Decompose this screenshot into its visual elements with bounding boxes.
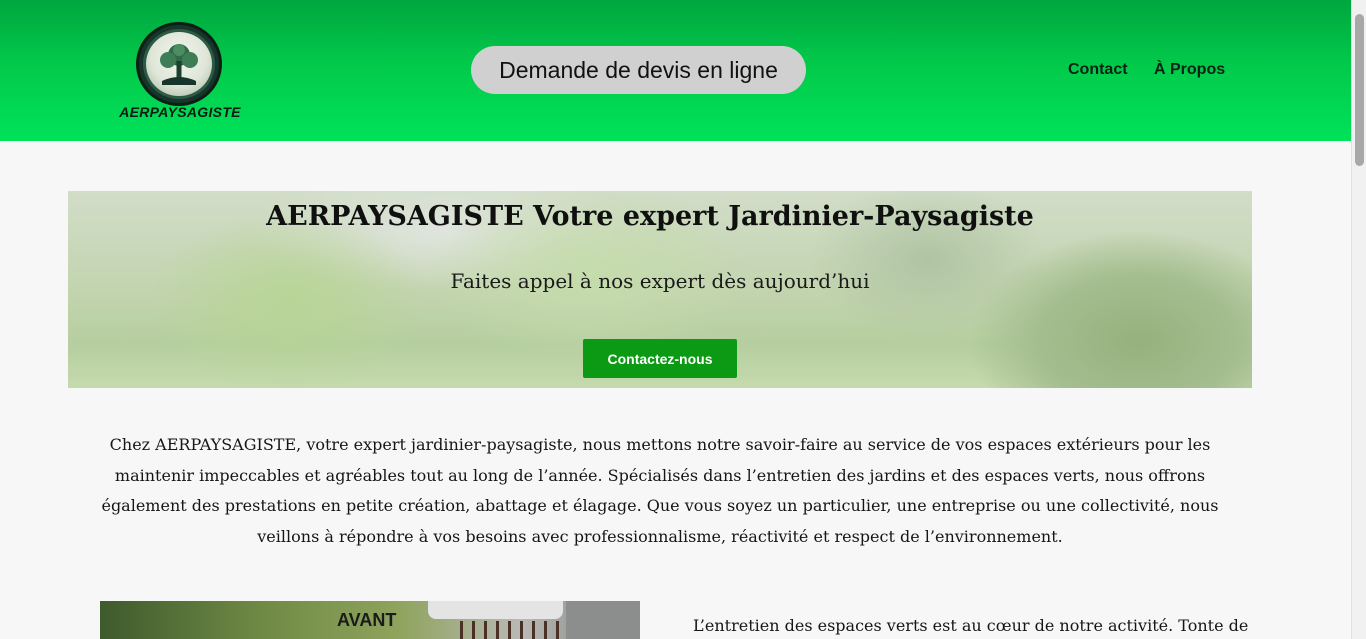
tree-logo-icon xyxy=(136,22,222,106)
nav-contact-link[interactable]: Contact xyxy=(1068,61,1128,79)
hero-subtitle: Faites appel à nos expert dès aujourd’hu… xyxy=(450,269,870,293)
car-shape xyxy=(428,601,563,619)
maintenance-paragraph: L’entretien des espaces verts est au cœu… xyxy=(693,616,1249,635)
hero-title: AERPAYSAGISTE Votre expert Jardinier-Pay… xyxy=(266,201,1034,232)
fence-shape xyxy=(460,621,580,639)
tree-icon xyxy=(160,44,198,85)
site-header: AERPAYSAGISTE Demande de devis en ligne … xyxy=(0,0,1351,141)
contact-us-button[interactable]: Contactez-nous xyxy=(583,339,737,378)
hero-banner: AERPAYSAGISTE Votre expert Jardinier-Pay… xyxy=(68,191,1252,388)
brand-name: AERPAYSAGISTE xyxy=(119,104,241,120)
utility-box-shape xyxy=(566,601,640,639)
vertical-scrollbar[interactable] xyxy=(1351,0,1366,639)
quote-request-button[interactable]: Demande de devis en ligne xyxy=(471,46,806,94)
intro-paragraph: Chez AERPAYSAGISTE, votre expert jardini… xyxy=(101,435,1219,546)
before-photo: AVANT xyxy=(100,601,640,639)
scrollbar-thumb[interactable] xyxy=(1355,14,1364,166)
before-label: AVANT xyxy=(337,610,397,630)
nav-about-link[interactable]: À Propos xyxy=(1154,61,1225,79)
page: AERPAYSAGISTE Demande de devis en ligne … xyxy=(0,0,1366,639)
logo[interactable]: AERPAYSAGISTE xyxy=(118,20,242,124)
